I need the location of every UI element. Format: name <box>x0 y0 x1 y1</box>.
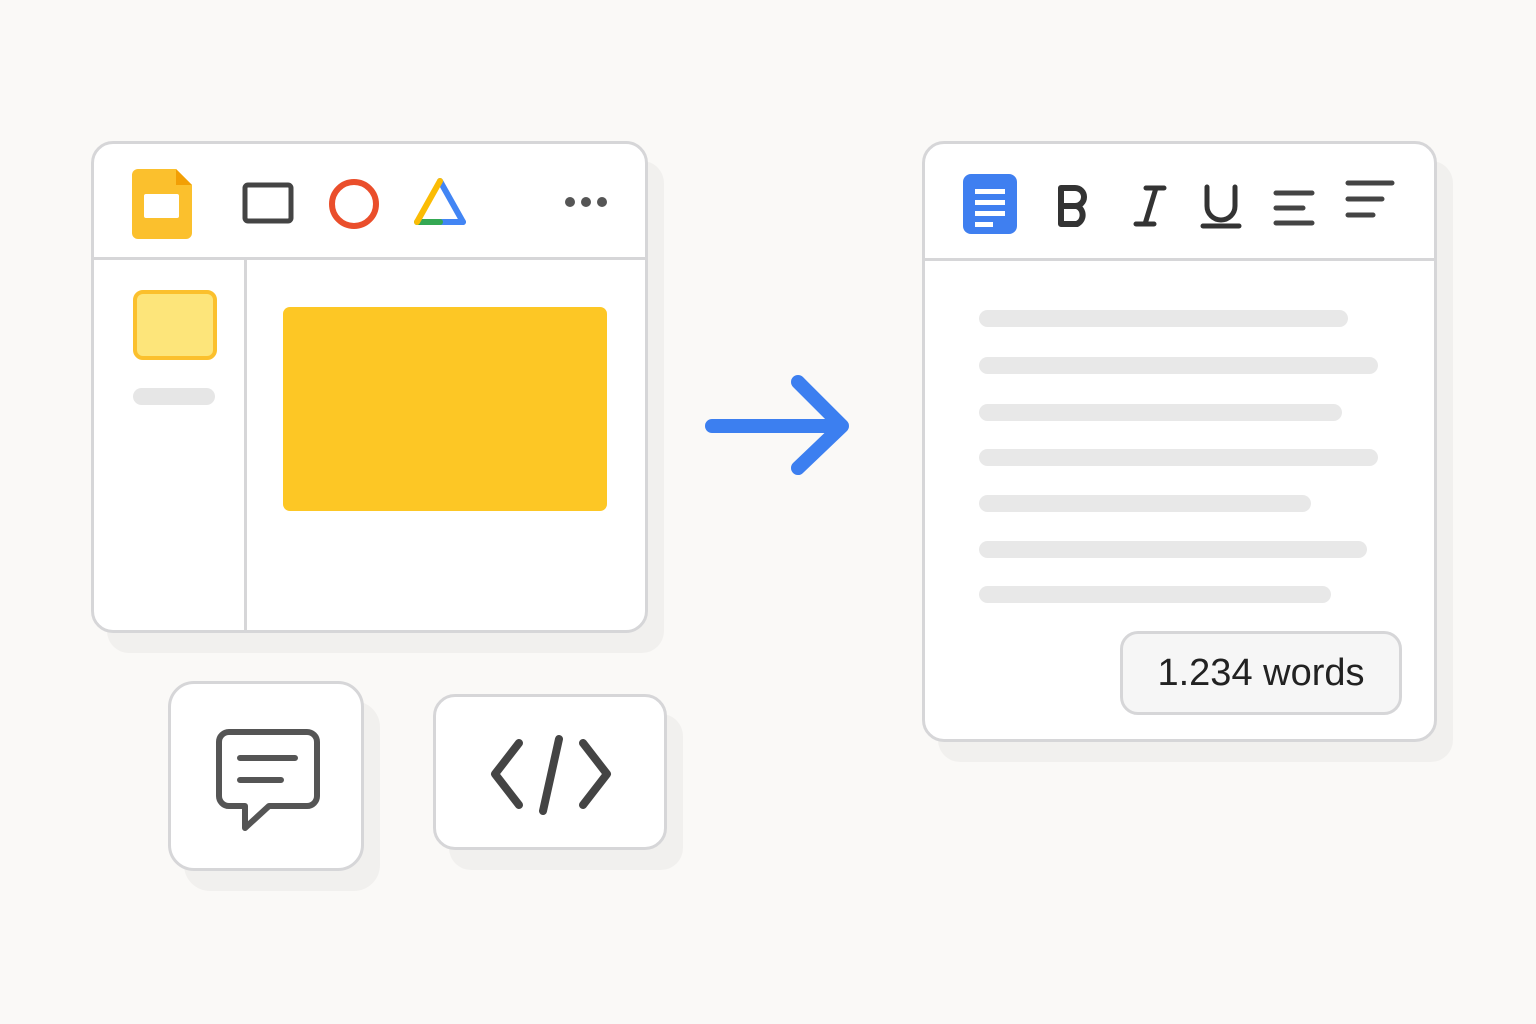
code-tile[interactable] <box>433 694 667 850</box>
slide-thumbnail-label-placeholder <box>133 388 215 405</box>
text-line <box>979 404 1342 421</box>
text-line <box>979 541 1367 558</box>
text-line <box>979 357 1378 374</box>
text-line <box>979 586 1331 603</box>
docs-window: 1.234 words <box>922 141 1437 742</box>
slides-logo-icon[interactable] <box>132 169 194 239</box>
rectangle-shape-icon[interactable] <box>242 182 294 224</box>
text-line <box>979 310 1348 327</box>
word-count-badge: 1.234 words <box>1120 631 1402 715</box>
text-line <box>979 449 1378 466</box>
slide-canvas[interactable] <box>283 307 607 511</box>
docs-logo-icon[interactable] <box>963 174 1019 236</box>
comment-icon <box>216 729 320 831</box>
bold-icon[interactable] <box>1055 184 1093 228</box>
word-count-label: 1.234 words <box>1157 651 1365 694</box>
slide-thumbnail[interactable] <box>133 290 217 360</box>
align-left-icon[interactable] <box>1273 189 1315 227</box>
comment-tile[interactable] <box>168 681 364 871</box>
align-justify-icon[interactable] <box>1345 179 1395 223</box>
circle-shape-icon[interactable] <box>327 177 381 231</box>
slides-window <box>91 141 648 633</box>
slides-toolbar <box>94 144 645 260</box>
docs-toolbar <box>925 144 1434 261</box>
triangle-shape-icon[interactable] <box>412 176 468 228</box>
underline-icon[interactable] <box>1199 184 1243 230</box>
italic-icon[interactable] <box>1130 184 1170 228</box>
arrow-right-icon <box>705 375 849 475</box>
code-icon <box>491 735 611 815</box>
slides-thumbnail-panel <box>94 260 247 630</box>
more-icon[interactable] <box>562 194 610 210</box>
text-line <box>979 495 1311 512</box>
